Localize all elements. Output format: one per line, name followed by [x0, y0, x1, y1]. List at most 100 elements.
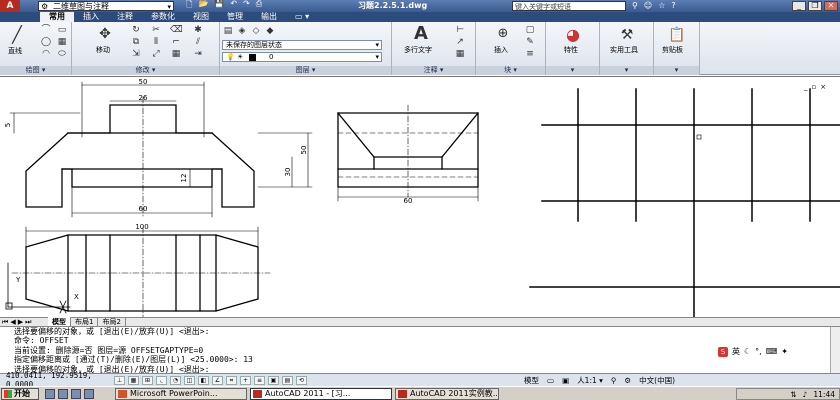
- quick-view-drawings-icon[interactable]: ▣: [562, 376, 569, 385]
- create-block-icon[interactable]: ▢: [524, 25, 536, 35]
- hatch-icon[interactable]: ▦: [56, 37, 68, 47]
- tab-insert[interactable]: 插入: [74, 12, 108, 22]
- stretch-icon[interactable]: ⇲: [130, 49, 142, 59]
- offset-icon[interactable]: ⫽: [192, 37, 204, 47]
- draw-panel-title[interactable]: 绘图 ▾: [0, 66, 71, 75]
- viewport-minimize-button[interactable]: _: [804, 83, 808, 91]
- copy-icon[interactable]: ⧉: [130, 37, 142, 47]
- modify-panel-title[interactable]: 修改 ▾: [72, 66, 219, 75]
- search-input[interactable]: 键入关键字或短语: [512, 1, 626, 11]
- clipboard-panel-title[interactable]: ▾: [654, 66, 699, 75]
- block-panel-title[interactable]: 块 ▾: [476, 66, 545, 75]
- osnap-toggle[interactable]: ◫: [184, 375, 195, 385]
- status-lang[interactable]: 中文(中国): [639, 375, 675, 386]
- polar-toggle[interactable]: ◔: [170, 375, 181, 385]
- 3d-osnap-toggle[interactable]: ◧: [198, 375, 209, 385]
- snap-toggle[interactable]: ▦: [128, 375, 139, 385]
- ortho-toggle[interactable]: ⌞: [156, 375, 167, 385]
- properties-label[interactable]: 特性: [564, 45, 578, 55]
- tool-icon[interactable]: ✦: [781, 347, 788, 356]
- ellipse-icon[interactable]: ⬭: [56, 49, 68, 59]
- command-scrollbar[interactable]: [830, 327, 840, 374]
- layer-properties-icon[interactable]: ▤: [222, 26, 234, 36]
- restore-button[interactable]: ❐: [808, 1, 822, 11]
- rotate-icon[interactable]: ↻: [130, 25, 142, 35]
- properties-panel-title[interactable]: ▾: [546, 66, 599, 75]
- fillet-icon[interactable]: ⌐: [170, 37, 182, 47]
- move-icon[interactable]: ✥: [96, 26, 114, 42]
- help-icon[interactable]: ?: [671, 0, 675, 12]
- tab-home[interactable]: 常用: [40, 12, 74, 22]
- clipboard-label[interactable]: 剪贴板: [662, 45, 683, 55]
- erase-icon[interactable]: ⌫: [170, 25, 183, 35]
- insert-block-icon[interactable]: ⊕: [494, 26, 512, 42]
- punctuation-icon[interactable]: °,: [755, 347, 762, 356]
- scale-icon[interactable]: ⤢: [150, 49, 162, 59]
- autocad-logo-icon[interactable]: A: [0, 0, 20, 12]
- clock[interactable]: 11:44: [813, 390, 835, 399]
- network-icon[interactable]: ⇅: [790, 390, 796, 399]
- model-space-button[interactable]: 模型: [524, 375, 539, 386]
- keyboard-icon[interactable]: ⌨: [766, 347, 778, 356]
- annotation-scale[interactable]: 人1:1 ▾: [577, 375, 603, 386]
- quick-launch-icon[interactable]: [71, 388, 81, 399]
- circle-icon[interactable]: ◯: [40, 37, 52, 47]
- workspace-switch-icon[interactable]: ⚙: [624, 376, 631, 385]
- attribute-icon[interactable]: ≡: [524, 49, 536, 59]
- leader-icon[interactable]: ↗: [454, 37, 466, 47]
- ime-language[interactable]: 英: [732, 346, 740, 357]
- tab-parametric[interactable]: 参数化: [142, 12, 184, 22]
- utilities-icon[interactable]: ⚒: [618, 26, 636, 44]
- tab-minimize-toggle[interactable]: ▭ ▾: [286, 12, 318, 22]
- layer-iso-icon[interactable]: ◇: [250, 26, 262, 36]
- otrack-toggle[interactable]: ∠: [212, 375, 223, 385]
- viewport-close-button[interactable]: ×: [820, 83, 826, 91]
- layers-panel-title[interactable]: 图层 ▾: [220, 66, 391, 75]
- rectangle-icon[interactable]: ▭: [56, 25, 68, 35]
- annotation-visibility-icon[interactable]: ⚲: [611, 376, 617, 385]
- layer-state-dropdown[interactable]: 未保存的图层状态 ▾: [222, 40, 382, 50]
- array-icon[interactable]: ▦: [170, 49, 182, 59]
- annotation-panel-title[interactable]: 注释 ▾: [392, 66, 475, 75]
- task-autocad-drawing[interactable]: AutoCAD 2011 - [习...: [250, 387, 392, 400]
- task-powerpoint[interactable]: Microsoft PowerPoin...: [115, 387, 247, 400]
- grid-toggle[interactable]: ⊞: [142, 375, 153, 385]
- trim-icon[interactable]: ✂: [150, 25, 162, 35]
- edit-block-icon[interactable]: ✎: [524, 37, 536, 47]
- dimension-icon[interactable]: ⊢: [454, 25, 466, 35]
- drawing-canvas[interactable]: 50 26 5 30 50 12 60 60 100 Y X _ ▫ ×: [0, 76, 840, 318]
- clipboard-icon[interactable]: 📋: [668, 26, 686, 44]
- user-icon[interactable]: ☺: [644, 0, 652, 12]
- layer-states-icon[interactable]: ◈: [236, 26, 248, 36]
- tab-manage[interactable]: 管理: [218, 12, 252, 22]
- ducs-toggle[interactable]: ⌗: [226, 375, 237, 385]
- explode-icon[interactable]: ✱: [192, 25, 204, 35]
- extend-icon[interactable]: ⇥: [192, 49, 204, 59]
- moon-icon[interactable]: ☾: [744, 347, 751, 356]
- color-wheel-icon[interactable]: ◕: [564, 26, 582, 44]
- utilities-label[interactable]: 实用工具: [610, 45, 638, 55]
- mtext-icon[interactable]: A: [410, 24, 432, 44]
- quick-launch-icon[interactable]: [84, 388, 94, 399]
- utilities-panel-title[interactable]: ▾: [600, 66, 653, 75]
- line-icon[interactable]: ╱: [6, 26, 28, 44]
- minimize-button[interactable]: _: [792, 1, 806, 11]
- quick-launch-icon[interactable]: [45, 388, 55, 399]
- viewport-restore-button[interactable]: ▫: [812, 83, 817, 91]
- start-button[interactable]: 开始: [1, 387, 39, 400]
- infer-constraints-toggle[interactable]: ⊥: [114, 375, 125, 385]
- task-autocad-tutorial[interactable]: AutoCAD 2011实例教...: [395, 387, 499, 400]
- layer-off-icon[interactable]: ◆: [264, 26, 276, 36]
- quick-view-layouts-icon[interactable]: ▭: [547, 376, 554, 385]
- table-icon[interactable]: ▦: [454, 49, 466, 59]
- tab-view[interactable]: 视图: [184, 12, 218, 22]
- transparency-toggle[interactable]: ▣: [268, 375, 279, 385]
- tab-annotate[interactable]: 注释: [108, 12, 142, 22]
- volume-icon[interactable]: ♪: [803, 390, 808, 399]
- lineweight-toggle[interactable]: ≡: [254, 375, 265, 385]
- layer-dropdown[interactable]: 💡 ☀ 0 ▾: [222, 52, 382, 62]
- quick-launch-icon[interactable]: [58, 388, 68, 399]
- quick-properties-toggle[interactable]: ▤: [282, 375, 293, 385]
- polyline-icon[interactable]: ⌒: [40, 25, 52, 35]
- mirror-icon[interactable]: ⫴: [150, 37, 162, 47]
